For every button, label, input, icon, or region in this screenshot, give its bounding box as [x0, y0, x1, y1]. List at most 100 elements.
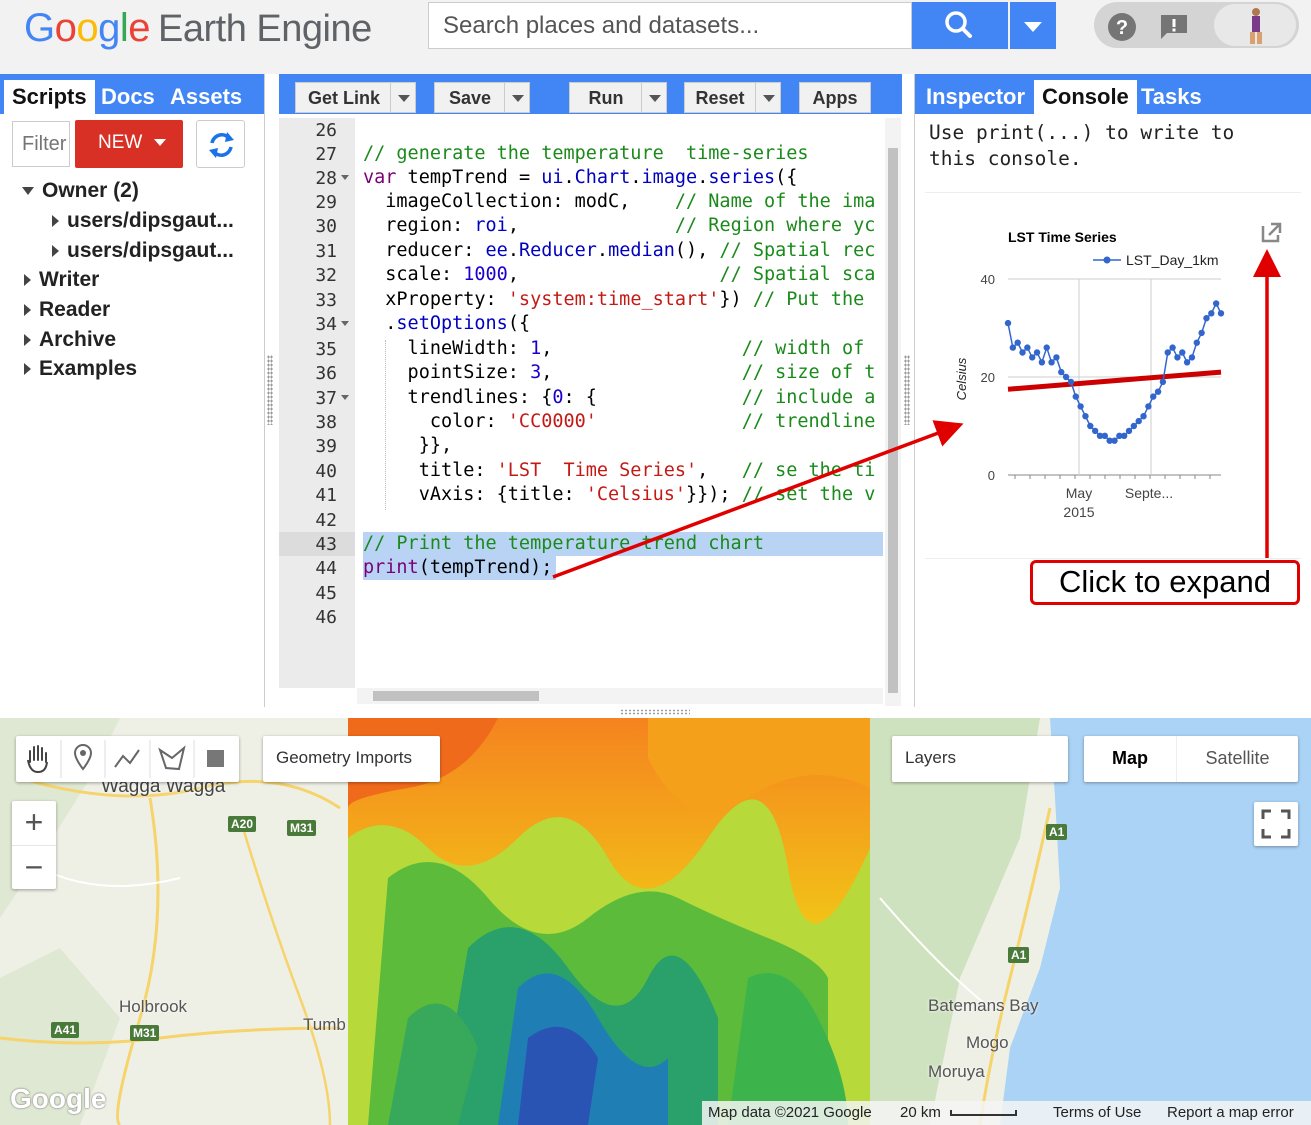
line-number: 28 — [315, 168, 337, 189]
tree-reader[interactable]: Reader — [24, 298, 110, 322]
reset-button[interactable]: Reset — [684, 82, 756, 113]
line-number: 45 — [315, 583, 337, 604]
drawing-tools — [16, 736, 239, 782]
rectangle-icon[interactable] — [207, 750, 224, 767]
run-dropdown-icon[interactable] — [641, 82, 667, 113]
apps-button[interactable]: Apps — [799, 82, 871, 113]
help-icon[interactable]: ? — [1106, 12, 1138, 42]
data-point — [1169, 344, 1176, 351]
expand-chart-icon[interactable] — [1258, 220, 1284, 246]
geometry-imports-button[interactable]: Geometry Imports — [263, 736, 440, 782]
refresh-button[interactable] — [196, 120, 245, 168]
point-icon[interactable] — [73, 743, 93, 771]
map-type-satellite-button[interactable]: Satellite — [1176, 736, 1298, 782]
tree-owner[interactable]: Owner (2) — [22, 179, 139, 203]
editor-horizontal-scrollbar[interactable] — [357, 688, 883, 704]
data-point — [1014, 339, 1021, 346]
chart-trendline — [1007, 369, 1222, 392]
left-resize-handle[interactable] — [267, 355, 273, 425]
data-point — [1048, 359, 1055, 366]
line-number: 35 — [315, 339, 337, 360]
save-dropdown-icon[interactable] — [504, 82, 530, 113]
layers-button[interactable]: Layers — [892, 736, 1068, 782]
line-number: 27 — [315, 144, 337, 165]
tree-examples[interactable]: Examples — [24, 357, 137, 381]
filter-scripts-input[interactable] — [12, 121, 70, 167]
road-shield: A41 — [51, 1022, 80, 1038]
code-editor[interactable]: 26 27 28 29 30 31 32 33 34 35 36 37 38 3… — [279, 118, 885, 706]
run-button[interactable]: Run — [569, 82, 643, 113]
data-point — [1120, 432, 1128, 439]
data-point — [1111, 437, 1118, 444]
app-logo[interactable]: Google Earth Engine — [24, 6, 372, 51]
road-shield: M31 — [287, 820, 317, 836]
data-point — [1159, 378, 1167, 386]
road-shield: A1 — [1008, 947, 1030, 963]
code-line: title: 'LST Time Series', // se the ti — [363, 460, 876, 481]
fold-toggle-icon[interactable] — [341, 175, 349, 180]
line-number: 31 — [315, 241, 337, 262]
map-type-map-button[interactable]: Map — [1084, 736, 1176, 782]
tab-scripts[interactable]: Scripts — [4, 80, 95, 114]
right-resize-handle[interactable] — [904, 355, 910, 425]
new-script-button[interactable]: NEW — [75, 120, 183, 168]
fold-toggle-icon[interactable] — [341, 395, 349, 400]
save-button[interactable]: Save — [434, 82, 506, 113]
feedback-icon[interactable] — [1158, 12, 1190, 42]
line-number: 34 — [315, 314, 337, 335]
report-map-error-link[interactable]: Report a map error — [1167, 1104, 1294, 1121]
tree-user-repo[interactable]: users/dipsgaut... — [52, 239, 234, 263]
reset-dropdown-icon[interactable] — [755, 82, 781, 113]
get-link-button[interactable]: Get Link — [295, 82, 393, 113]
get-link-dropdown-icon[interactable] — [390, 82, 416, 113]
google-logo: Google — [10, 1083, 107, 1114]
line-number: 29 — [315, 192, 337, 213]
search-options-button[interactable] — [1010, 2, 1056, 49]
tab-tasks[interactable]: Tasks — [1133, 80, 1210, 114]
zoom-in-button[interactable]: + — [12, 801, 56, 845]
y-tick-label: 0 — [988, 468, 995, 483]
tab-assets[interactable]: Assets — [162, 80, 250, 114]
tree-writer[interactable]: Writer — [24, 268, 99, 292]
zoom-out-button[interactable]: − — [12, 845, 56, 889]
terms-link[interactable]: Terms of Use — [1053, 1104, 1141, 1121]
scroll-thumb[interactable] — [888, 148, 898, 693]
tab-console[interactable]: Console — [1034, 80, 1137, 114]
fullscreen-button[interactable] — [1254, 802, 1298, 846]
data-point — [1053, 354, 1060, 361]
line-icon[interactable] — [114, 749, 140, 768]
search-input[interactable]: Search places and datasets... — [428, 2, 912, 49]
map-view[interactable]: Wagga Wagga Holbrook Tumb Batemans Bay M… — [0, 718, 1311, 1125]
tree-label: Writer — [39, 268, 100, 291]
code-line: vAxis: {title: 'Celsius'}}); // set the … — [363, 484, 876, 505]
tab-inspector[interactable]: Inspector — [918, 80, 1033, 114]
tree-user-repo[interactable]: users/dipsgaut... — [52, 209, 234, 233]
editor-vertical-scrollbar[interactable] — [885, 118, 901, 706]
line-number: 37 — [315, 388, 337, 409]
tree-archive[interactable]: Archive — [24, 328, 116, 352]
polygon-icon[interactable] — [158, 745, 186, 771]
map-resize-handle[interactable] — [620, 709, 690, 715]
data-point — [1130, 422, 1138, 430]
code-line: lineWidth: 1, // width of — [363, 338, 876, 359]
data-point — [1077, 403, 1084, 410]
code-line: trendlines: {0: { // include a — [363, 387, 876, 408]
right-tabstrip: Inspector Console Tasks — [915, 74, 1311, 114]
geometry-imports-label: Geometry Imports — [276, 748, 413, 767]
layers-label: Layers — [905, 748, 957, 767]
line-number: 38 — [315, 412, 337, 433]
tab-docs[interactable]: Docs — [93, 80, 163, 114]
fold-toggle-icon[interactable] — [341, 321, 349, 326]
scroll-thumb[interactable] — [373, 691, 539, 701]
logo-product: Earth Engine — [158, 8, 372, 50]
chart-title: LST Time Series — [1008, 229, 1117, 245]
code-line: color: 'CC0000' // trendline — [363, 411, 876, 432]
data-point — [1101, 432, 1109, 439]
avatar[interactable] — [1214, 4, 1296, 46]
hand-icon[interactable] — [27, 745, 48, 774]
code-line: imageCollection: modC, // Name of the im… — [363, 191, 876, 212]
x-tick-label: May — [1066, 485, 1092, 501]
data-point — [1188, 354, 1196, 361]
caret-right-icon — [24, 334, 31, 347]
search-button[interactable] — [912, 2, 1008, 49]
